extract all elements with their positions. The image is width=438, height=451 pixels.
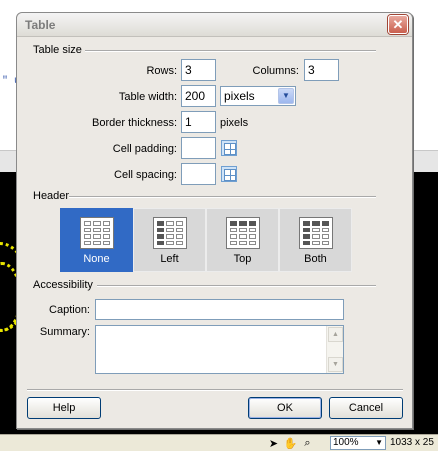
zoom-icon[interactable]: ⌕ <box>300 436 315 450</box>
columns-label: Columns: <box>252 65 299 77</box>
divider <box>69 196 376 198</box>
header-option-label: None <box>83 253 110 265</box>
cell-spacing-icon <box>221 166 237 182</box>
section-table-size: Table size <box>33 44 82 56</box>
header-options: None Left Top Both <box>60 208 352 272</box>
border-thickness-value: 1 <box>185 115 192 129</box>
divider <box>85 50 376 52</box>
table-both-header-icon <box>299 217 333 249</box>
table-width-value: 200 <box>185 89 206 103</box>
table-width-label: Table width: <box>118 91 177 103</box>
rows-input[interactable]: 3 <box>181 59 216 81</box>
caption-input[interactable] <box>95 299 344 320</box>
table-none-icon <box>80 217 114 249</box>
cell-padding-input[interactable] <box>181 137 216 159</box>
columns-input[interactable]: 3 <box>304 59 339 81</box>
pointer-icon[interactable]: ➤ <box>266 436 281 450</box>
status-bar: ➤ ✋ ⌕ 100% ▼ 1033 x 25 <box>0 434 438 451</box>
width-unit-value: pixels <box>224 89 255 103</box>
hand-icon[interactable]: ✋ <box>283 436 298 450</box>
header-option-none[interactable]: None <box>60 208 133 272</box>
summary-textarea[interactable]: ▲ ▼ <box>95 325 344 374</box>
header-option-label: Left <box>160 253 179 265</box>
table-left-header-icon <box>153 217 187 249</box>
chevron-down-icon[interactable]: ▼ <box>278 88 294 104</box>
rows-value: 3 <box>185 63 192 77</box>
rows-label: Rows: <box>146 65 177 77</box>
table-dialog: Table ✕ Table size Rows: 3 Columns: 3 Ta… <box>16 12 413 429</box>
cancel-button[interactable]: Cancel <box>329 397 403 419</box>
width-unit-select[interactable]: pixels ▼ <box>220 86 296 106</box>
border-thickness-input[interactable]: 1 <box>181 111 216 133</box>
close-button[interactable]: ✕ <box>388 15 408 34</box>
table-top-header-icon <box>226 217 260 249</box>
cell-padding-icon <box>221 140 237 156</box>
dialog-title: Table <box>25 18 56 32</box>
border-unit-label: pixels <box>220 117 249 129</box>
dialog-titlebar[interactable]: Table ✕ <box>17 13 412 37</box>
columns-value: 3 <box>308 63 315 77</box>
scroll-up-icon[interactable]: ▲ <box>328 327 343 342</box>
border-thickness-label: Border thickness: <box>92 117 177 129</box>
window-size-readout: 1033 x 25 <box>390 437 434 448</box>
header-option-left[interactable]: Left <box>133 208 206 272</box>
cell-spacing-input[interactable] <box>181 163 216 185</box>
header-option-top[interactable]: Top <box>206 208 279 272</box>
summary-label: Summary: <box>39 326 90 338</box>
section-accessibility: Accessibility <box>33 279 93 291</box>
header-option-both[interactable]: Both <box>279 208 352 272</box>
header-option-label: Top <box>233 253 252 265</box>
divider <box>97 285 376 287</box>
cell-padding-label: Cell padding: <box>112 143 177 155</box>
close-icon: ✕ <box>392 17 404 32</box>
header-option-label: Both <box>304 253 327 265</box>
summary-scrollbar[interactable]: ▲ ▼ <box>326 326 343 373</box>
table-width-input[interactable]: 200 <box>181 85 216 107</box>
chevron-down-icon: ▼ <box>375 438 383 447</box>
help-button[interactable]: Help <box>27 397 101 419</box>
divider <box>27 389 403 391</box>
zoom-select[interactable]: 100% ▼ <box>330 436 386 450</box>
section-header: Header <box>33 190 70 202</box>
ok-button[interactable]: OK <box>248 397 322 419</box>
cell-spacing-label: Cell spacing: <box>114 169 177 181</box>
zoom-value: 100% <box>333 437 359 448</box>
scroll-down-icon[interactable]: ▼ <box>328 357 343 372</box>
caption-label: Caption: <box>49 304 90 316</box>
